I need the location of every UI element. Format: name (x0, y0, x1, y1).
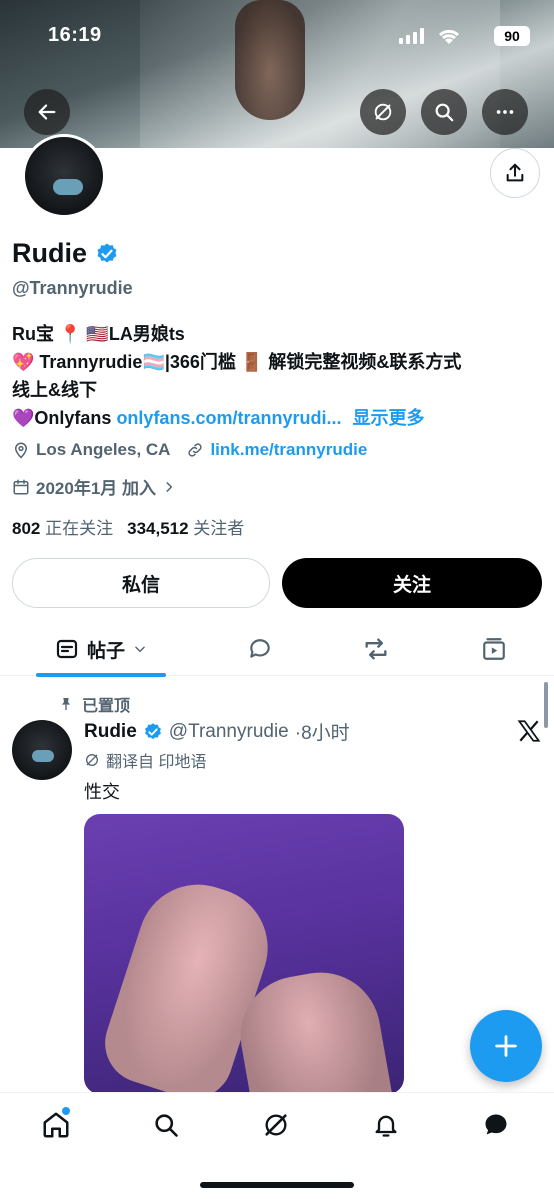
follow-button[interactable]: 关注 (282, 558, 542, 608)
translated-label: 翻译自 印地语 (106, 754, 207, 771)
search-icon (435, 103, 454, 122)
scrollbar[interactable] (544, 682, 548, 728)
bio-link-prefix: 💜Onlyfans (12, 408, 117, 428)
verified-badge-icon[interactable] (95, 242, 119, 266)
bio-line: Ru宝 📍 🇺🇸LA男娘ts (12, 324, 185, 344)
show-more-link[interactable]: 显示更多 (353, 408, 425, 428)
bio-link-line: 💜Onlyfans onlyfans.com/trannyrudi... 显示更… (12, 404, 542, 432)
nav-home[interactable] (36, 1105, 76, 1145)
bell-icon (375, 1115, 397, 1137)
nav-messages[interactable] (476, 1105, 516, 1145)
profile-display-name: Rudie (12, 238, 88, 268)
website-link[interactable]: link.me/trannyrudie (210, 440, 367, 460)
grok-icon (374, 103, 392, 121)
share-icon (506, 163, 524, 182)
location-text: Los Angeles, CA (36, 440, 171, 459)
profile-avatar[interactable] (22, 134, 106, 218)
verified-badge-icon (144, 722, 161, 739)
bio-line: 💖 Trannyrudie🏳️‍⚧️|366门槛 🚪 解锁完整视频&联系方式 (12, 352, 462, 372)
more-options-button[interactable] (482, 89, 528, 135)
more-dots-icon (496, 110, 514, 114)
compose-button[interactable] (470, 1010, 542, 1082)
wifi-icon (438, 29, 460, 44)
status-time: 16:19 (48, 24, 102, 46)
plus-icon (495, 1035, 517, 1057)
nav-grok[interactable] (256, 1105, 296, 1145)
nav-search[interactable] (146, 1105, 186, 1145)
following-stat[interactable]: 802 正在关注 (12, 514, 113, 539)
profile-tabs: 帖子 (0, 622, 554, 677)
pin-icon (62, 698, 70, 710)
post-time: ·8小时 (294, 723, 350, 744)
nav-notifications[interactable] (366, 1105, 406, 1145)
repost-icon (365, 638, 387, 660)
x-logo-icon[interactable] (516, 718, 542, 744)
post-author-avatar[interactable] (12, 720, 72, 780)
post-media-image[interactable] (84, 814, 404, 1094)
link-icon (188, 443, 203, 457)
cellular-signal-icon (399, 28, 424, 44)
post-author-handle[interactable]: @Trannyrudie (169, 721, 289, 743)
profile-location: Los Angeles, CA (12, 440, 170, 460)
home-indicator (200, 1182, 354, 1188)
arrow-left-icon (38, 104, 56, 120)
reply-bubble-icon (250, 639, 270, 658)
profile-handle: @Trannyrudie (12, 278, 133, 298)
post-list-icon (56, 639, 78, 659)
translated-notice[interactable]: 翻译自 印地语 (84, 748, 206, 772)
message-button[interactable]: 私信 (12, 558, 270, 608)
profile-website[interactable]: link.me/trannyrudie (186, 440, 367, 460)
tab-reposts[interactable] (346, 622, 406, 676)
grok-icon (265, 1114, 287, 1136)
post-text: 性交 (84, 782, 120, 802)
grok-icon (86, 754, 98, 766)
followers-stat[interactable]: 334,512 关注者 (127, 514, 244, 539)
search-icon (155, 1114, 178, 1137)
notification-dot (62, 1107, 70, 1115)
tab-replies[interactable] (230, 622, 290, 676)
battery-indicator: 90 (494, 26, 530, 46)
profile-name-row: Rudie (12, 238, 119, 269)
tab-posts-label: 帖子 (86, 640, 125, 662)
status-bar: 16:19 90 (0, 18, 554, 54)
back-button[interactable] (24, 89, 70, 135)
tab-posts[interactable]: 帖子 (36, 622, 166, 677)
pinned-indicator: 已置顶 (58, 692, 130, 716)
search-button[interactable] (421, 89, 467, 135)
post-author-name[interactable]: Rudie (84, 721, 137, 743)
chevron-down-icon (135, 646, 145, 653)
bottom-navigation (0, 1092, 554, 1156)
grok-button[interactable] (360, 89, 406, 135)
message-bubble-icon (485, 1114, 507, 1135)
calendar-icon (13, 479, 29, 494)
bio-line: 线上&线下 (12, 380, 97, 400)
pinned-label: 已置顶 (82, 698, 131, 715)
share-button[interactable] (490, 148, 540, 198)
profile-meta: Los Angeles, CA link.me/trannyrudie (12, 440, 367, 460)
tab-media[interactable] (464, 622, 524, 676)
location-pin-icon (14, 442, 28, 459)
join-date-text: 2020年1月 加入 (36, 479, 156, 498)
post-header: Rudie @Trannyrudie ·8小时 (84, 718, 350, 745)
profile-join-date[interactable]: 2020年1月 加入 (12, 474, 176, 499)
profile-stats: 802 正在关注 334,512 关注者 (12, 514, 244, 539)
bio-link[interactable]: onlyfans.com/trannyrudi... (116, 408, 341, 428)
media-video-icon (483, 638, 505, 660)
profile-bio: Ru宝 📍 🇺🇸LA男娘ts 💖 Trannyrudie🏳️‍⚧️|366门槛 … (12, 320, 542, 432)
chevron-right-icon (166, 481, 173, 492)
